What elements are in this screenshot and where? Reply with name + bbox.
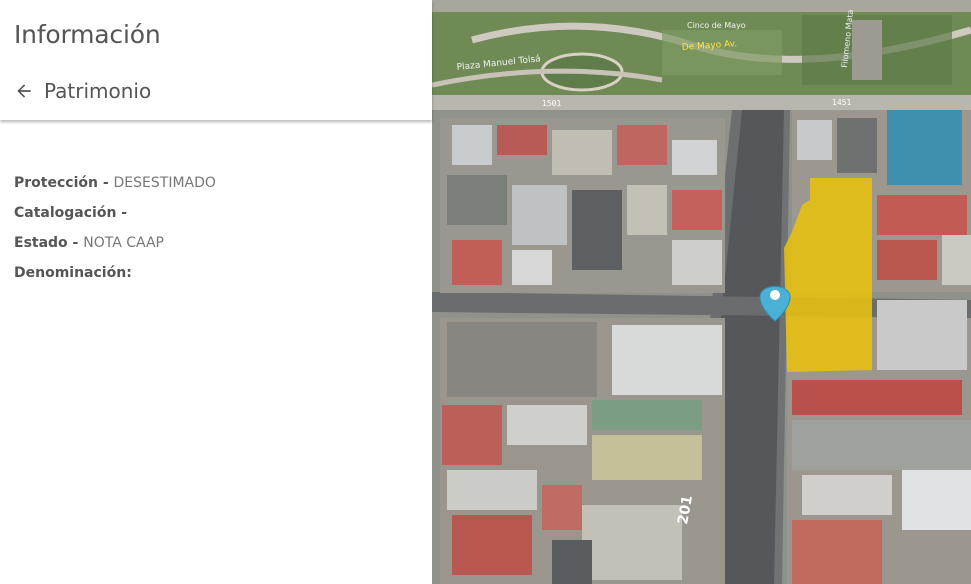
property-separator: - [67,235,84,251]
street-number: 1451 [832,98,851,107]
property-separator: - [97,175,114,191]
back-label: Patrimonio [44,79,152,103]
property-row: Estado - NOTA CAAP [14,230,216,260]
map-canvas[interactable]: De Mayo Av. Plaza Manuel Tolsá Filomeno … [432,0,971,584]
panel-title: Información [14,20,161,49]
property-row: Catalogación - [14,200,216,230]
street-label: Cinco de Mayo [687,21,746,30]
info-panel: Información Patrimonio Protección - DESE… [0,0,432,584]
street-number: 1501 [542,99,561,108]
property-separator: - [116,205,128,221]
property-key: Protección [14,175,98,191]
property-key: Catalogación [14,205,117,221]
property-row: Protección - DESESTIMADO [14,170,216,200]
property-key: Estado [14,235,68,251]
panel-header: Información Patrimonio [0,0,432,120]
property-list: Protección - DESESTIMADO Catalogación - … [14,170,216,290]
property-value: NOTA CAAP [83,235,164,251]
property-separator: : [126,265,132,281]
property-key: Denominación [14,265,127,281]
property-row: Denominación: [14,260,216,290]
back-button[interactable]: Patrimonio [14,76,151,106]
property-value: DESESTIMADO [113,175,216,191]
satellite-map[interactable]: De Mayo Av. Plaza Manuel Tolsá Filomeno … [432,0,971,584]
arrow-left-icon [17,84,31,98]
